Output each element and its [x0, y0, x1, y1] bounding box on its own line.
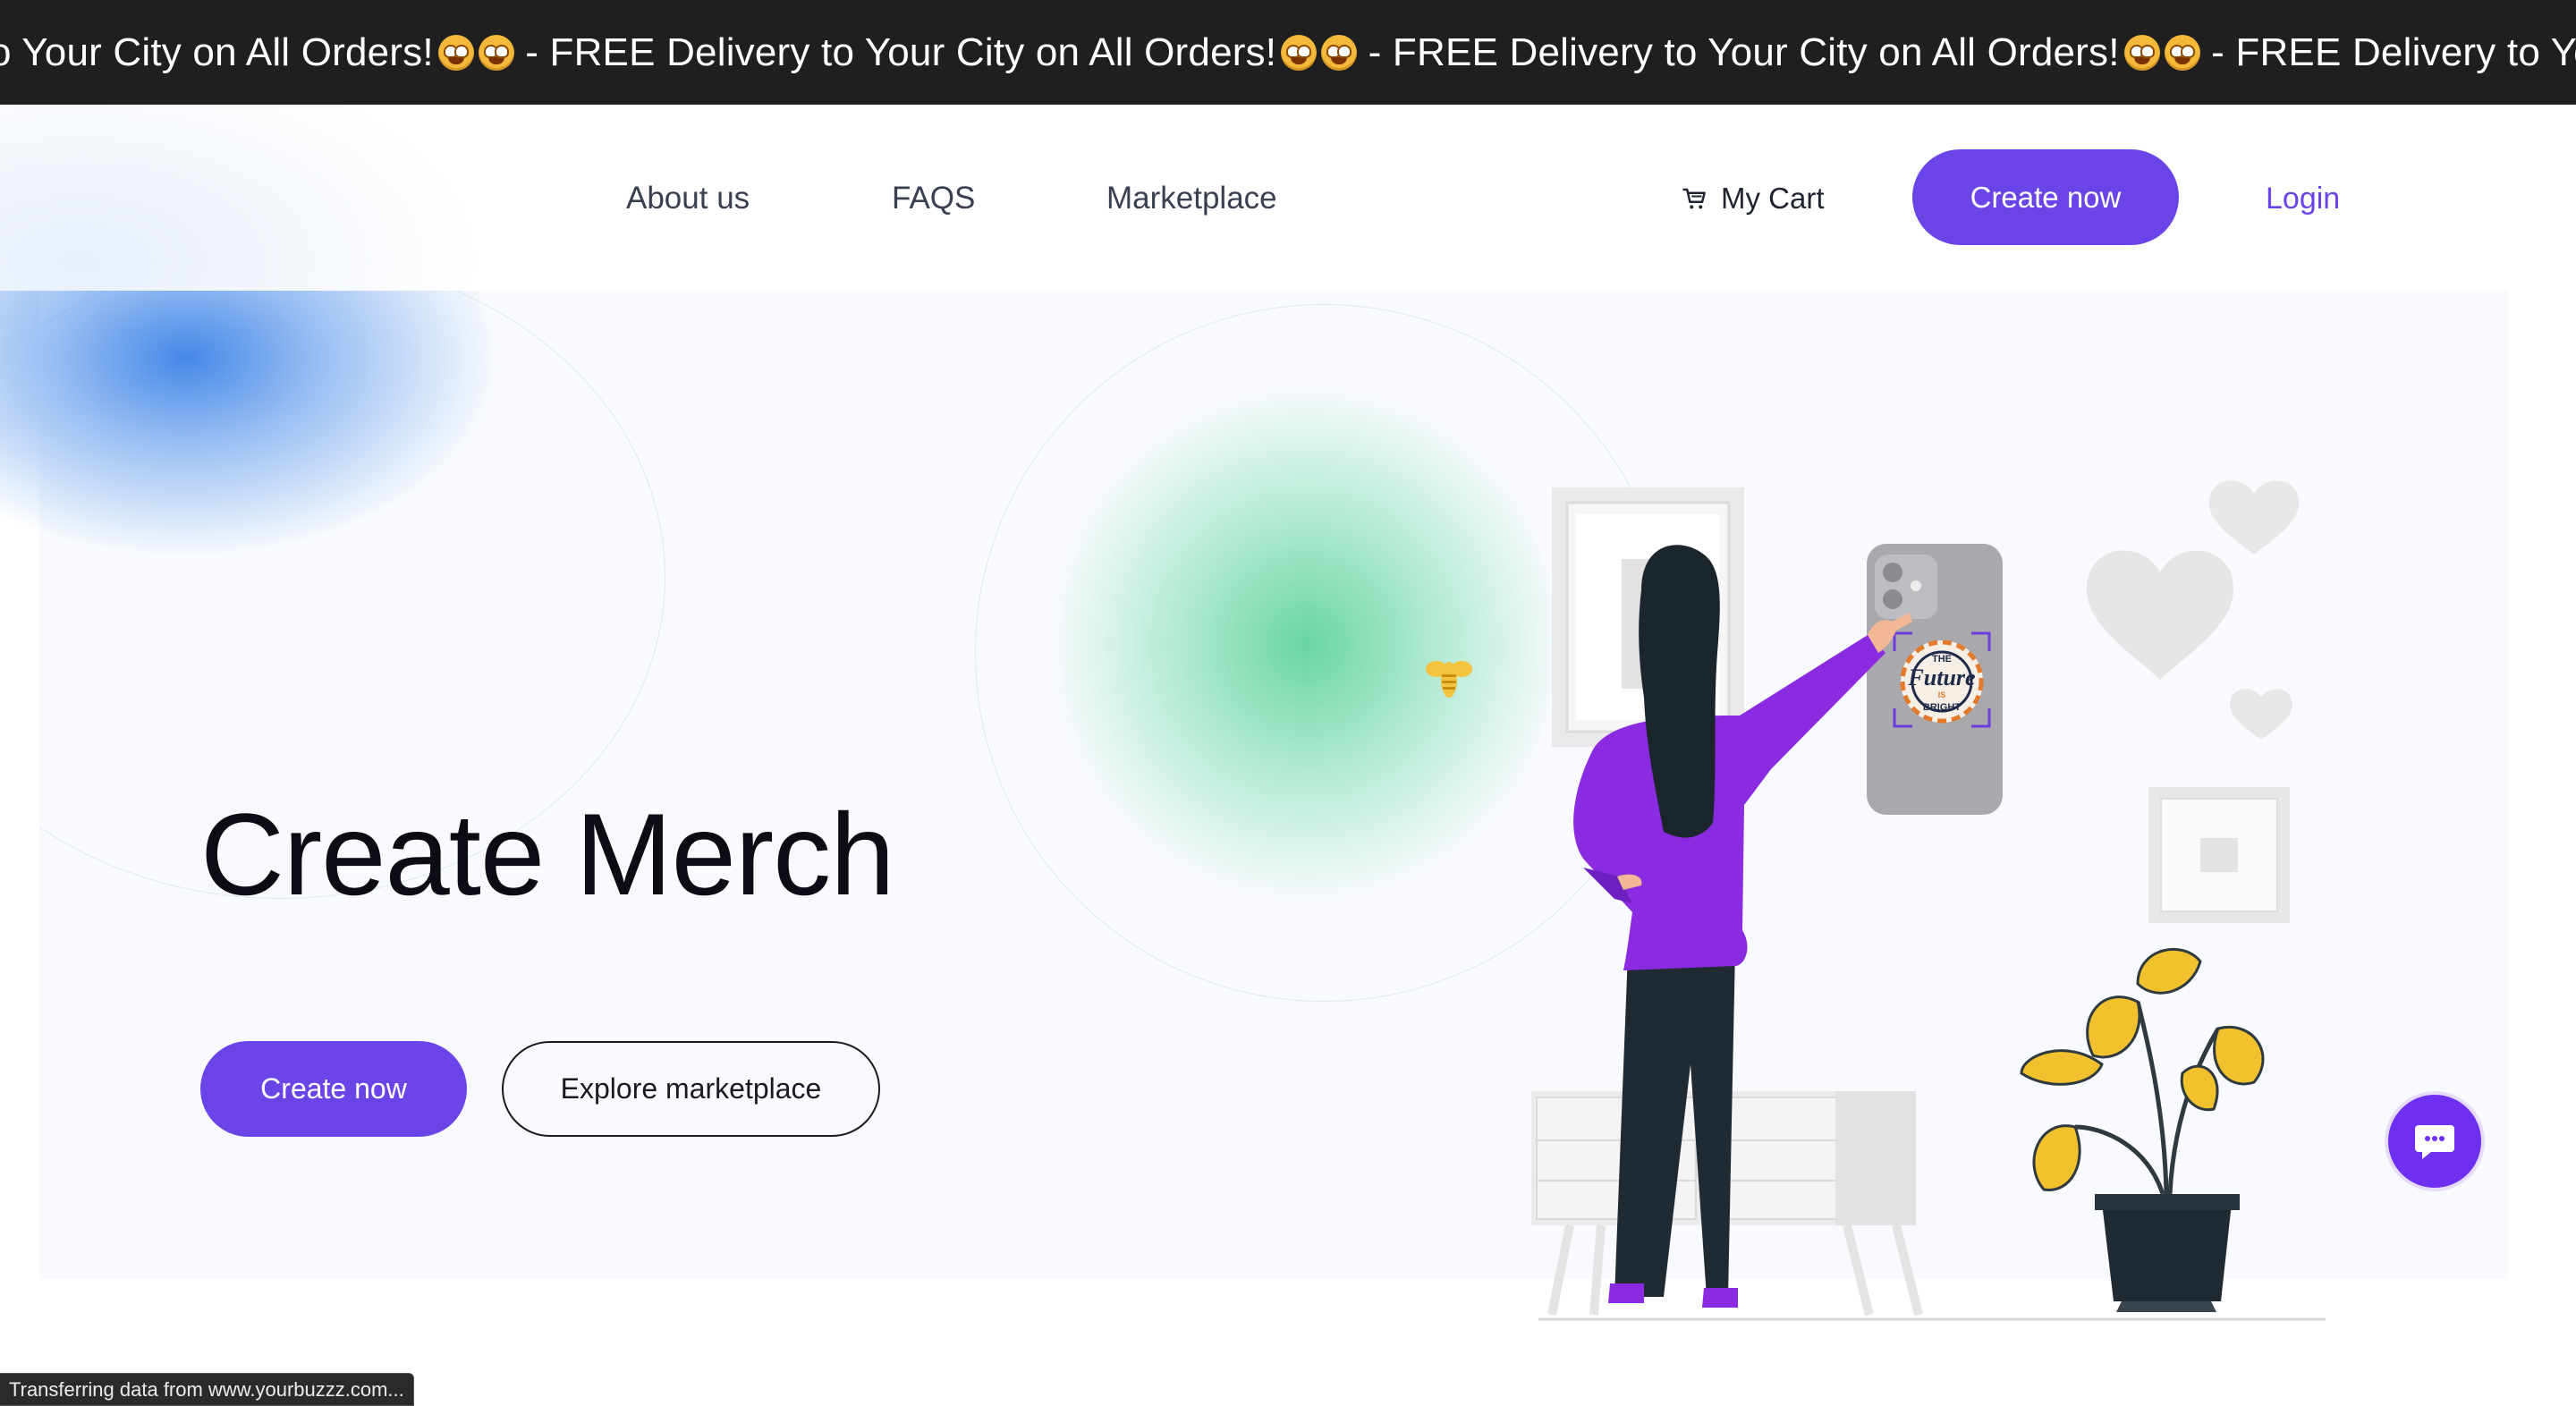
- hero-illustration: THE Future IS BRIGHT: [1531, 480, 2326, 1321]
- banner-text: - FREE Delivery to Yo: [2199, 30, 2576, 74]
- banner-segment: o Your City on All Orders!: [0, 30, 514, 75]
- banner-segment: - FREE Delivery to Yo: [2200, 30, 2576, 75]
- banner-text: o Your City on All Orders!: [0, 30, 434, 74]
- star-struck-emoji-icon: [478, 34, 514, 71]
- heart-icon: [2229, 689, 2293, 740]
- header-create-now-button[interactable]: Create now: [1912, 149, 2179, 245]
- star-struck-emoji-icon: [1321, 34, 1358, 71]
- picture-frame-small: [2148, 787, 2290, 923]
- hero-create-now-button[interactable]: Create now: [200, 1041, 467, 1137]
- phone-case-mockup: THE Future IS BRIGHT: [1867, 544, 2003, 815]
- star-struck-emoji-icon: [2123, 34, 2160, 71]
- sticker-text: Future: [1907, 665, 1975, 690]
- sticker-text: BRIGHT: [1923, 702, 1961, 713]
- chat-bubble-icon: [2415, 1125, 2454, 1159]
- banner-segment: - FREE Delivery to Your City on All Orde…: [1357, 30, 2200, 75]
- cart-label: My Cart: [1721, 182, 1825, 215]
- banner-marquee: o Your City on All Orders! - FREE Delive…: [0, 0, 2576, 105]
- nav-faqs[interactable]: FAQS: [892, 179, 975, 218]
- site-header: [0, 105, 2576, 291]
- banner-text: - FREE Delivery to Your City on All Orde…: [1357, 30, 2120, 74]
- heart-icon: [2086, 550, 2234, 680]
- login-link[interactable]: Login: [2266, 179, 2340, 218]
- sticker-text: IS: [1938, 690, 1946, 699]
- cart-icon: [1682, 188, 1706, 209]
- nav-marketplace[interactable]: Marketplace: [1106, 179, 1277, 218]
- sticker-text: THE: [1932, 654, 1952, 665]
- star-struck-emoji-icon: [437, 34, 474, 71]
- announcement-banner: o Your City on All Orders! - FREE Delive…: [0, 0, 2576, 105]
- banner-segment: - FREE Delivery to Your City on All Orde…: [513, 30, 1358, 75]
- chat-widget-button[interactable]: [2385, 1091, 2485, 1191]
- star-struck-emoji-icon: [1281, 34, 1318, 71]
- nav-about-us[interactable]: About us: [626, 179, 750, 218]
- star-struck-emoji-icon: [2164, 34, 2200, 71]
- heart-icon: [2208, 480, 2300, 555]
- potted-plant: [2020, 947, 2265, 1312]
- banner-text: - FREE Delivery to Your City on All Orde…: [513, 30, 1277, 74]
- my-cart-link[interactable]: My Cart: [1682, 179, 1825, 218]
- explore-marketplace-button[interactable]: Explore marketplace: [502, 1041, 880, 1137]
- browser-status-bar: Transferring data from www.yourbuzzz.com…: [0, 1373, 414, 1406]
- hero-title: Create Merch: [200, 789, 894, 919]
